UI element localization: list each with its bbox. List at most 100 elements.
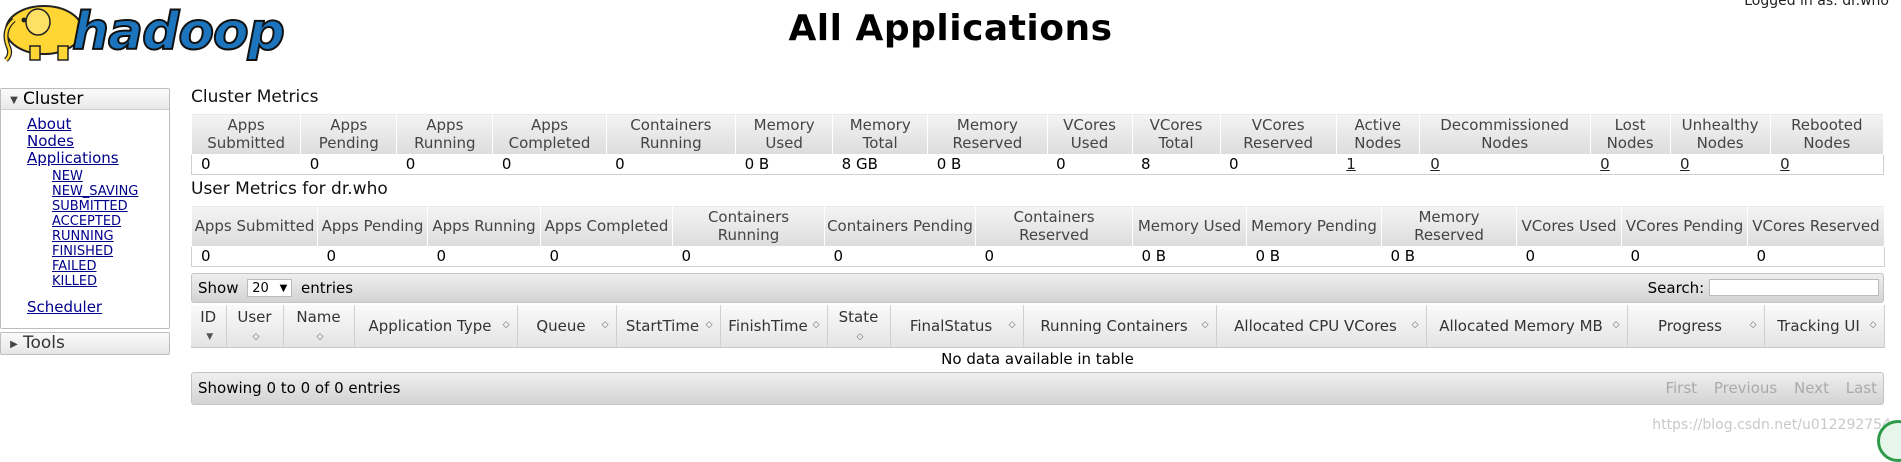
metric-value: 0 B [1246,246,1382,267]
cluster-metrics-table: Apps Submitted Apps Pending Apps Running… [190,113,1885,175]
pagination-last-button[interactable]: Last [1846,379,1877,397]
search-control: Search: [1648,274,1879,302]
metric-value: 0 B [927,154,1048,175]
sidebar-link-nodes[interactable]: Nodes [27,133,138,150]
metric-value: 0 [1621,246,1748,267]
sidebar-tools-header[interactable]: ▶ Tools [1,333,169,353]
column-header-name[interactable]: Name ◇ [283,305,355,348]
lost-nodes-link[interactable]: 0 [1600,155,1610,173]
sidebar-state-running[interactable]: RUNNING [52,229,138,244]
sort-icon: ◇ [1749,320,1757,330]
metric-value: 0 [190,154,301,175]
search-label: Search: [1647,279,1705,297]
sidebar-state-finished[interactable]: FINISHED [52,244,138,259]
page-length-value: 20 [252,281,269,296]
sort-icon: ◇ [502,320,510,330]
column-header-label: Allocated CPU VCores [1234,316,1397,335]
metric-header: Lost Nodes [1589,113,1671,155]
sidebar-link-scheduler[interactable]: Scheduler [27,298,102,316]
metric-value: 0 [427,246,541,267]
sidebar-state-new[interactable]: NEW [52,169,138,184]
metric-value: 0 [1220,154,1337,175]
decommissioned-nodes-cell: 0 [1419,154,1591,175]
metric-header: Containers Running [672,205,825,247]
column-header-state[interactable]: State ◇ [827,305,891,348]
sidebar-tools-section[interactable]: ▶ Tools [0,332,170,355]
column-header-finalstatus[interactable]: FinalStatus ◇ [890,305,1024,348]
column-header-label: Application Type [368,316,492,335]
metric-value: 0 B [1381,246,1517,267]
page-length-select[interactable]: 20 ▼ [247,279,293,297]
metric-header: Apps Completed [492,113,607,155]
metric-value: 0 B [1132,246,1247,267]
metric-value: 8 [1132,154,1220,175]
sort-icon: ◇ [1612,320,1620,330]
applications-table-wrapper: Show 20 ▼ entries Search: ID ▼ User ◇ Name ◇… [191,273,1885,405]
column-header-finishtime[interactable]: FinishTime ◇ [720,305,828,348]
column-header-id[interactable]: ID ▼ [191,305,227,348]
active-nodes-cell: 1 [1336,154,1420,175]
sort-icon: ◇ [705,320,713,330]
metric-value: 0 [317,246,428,267]
sidebar-state-accepted[interactable]: ACCEPTED [52,214,138,229]
sidebar-state-failed[interactable]: FAILED [52,259,138,274]
lost-nodes-cell: 0 [1590,154,1671,175]
column-header-label: User [237,308,272,326]
decommissioned-nodes-link[interactable]: 0 [1430,155,1440,173]
metric-header: VCores Used [1516,205,1622,247]
column-header-queue[interactable]: Queue ◇ [517,305,617,348]
column-header-running-containers[interactable]: Running Containers ◇ [1023,305,1217,348]
metric-header: Decommissioned Nodes [1418,113,1591,155]
sidebar-state-new-saving[interactable]: NEW_SAVING [52,184,138,199]
metric-value: 0 [824,246,976,267]
triangle-right-icon: ▶ [10,339,18,350]
sidebar-state-submitted[interactable]: SUBMITTED [52,199,138,214]
column-header-application-type[interactable]: Application Type ◇ [354,305,518,348]
column-header-starttime[interactable]: StartTime ◇ [616,305,721,348]
column-header-allocated-cpu-vcores[interactable]: Allocated CPU VCores ◇ [1216,305,1427,348]
metric-value: 0 [1516,246,1622,267]
sidebar-link-applications[interactable]: Applications [27,150,138,167]
pagination-next-button[interactable]: Next [1794,379,1829,397]
sidebar-link-about[interactable]: About [27,116,138,133]
column-header-progress[interactable]: Progress ◇ [1627,305,1765,348]
column-header-user[interactable]: User ◇ [226,305,284,348]
metric-header: Active Nodes [1335,113,1420,155]
sort-icon: ◇ [1008,320,1016,330]
sort-icon: ◇ [1411,320,1419,330]
logged-in-user: Logged in as: dr.who [1744,0,1889,9]
empty-table-message: No data available in table [941,350,1134,368]
column-header-label: Progress [1657,316,1722,335]
pagination-previous-button[interactable]: Previous [1714,379,1777,397]
entries-label: entries [301,279,354,297]
unhealthy-nodes-cell: 0 [1670,154,1771,175]
column-header-allocated-memory-mb[interactable]: Allocated Memory MB ◇ [1426,305,1628,348]
sidebar-links: About Nodes Applications NEW NEW_SAVING … [27,116,138,290]
metric-header: Apps Pending [317,205,428,247]
sidebar-cluster-label: Cluster [23,89,84,109]
pagination-first-button[interactable]: First [1665,379,1697,397]
column-header-tracking-ui[interactable]: Tracking UI ◇ [1764,305,1885,348]
column-header-label: ID [200,308,217,326]
metric-value: 0 [540,246,673,267]
sidebar-cluster-header[interactable]: ▼ Cluster [1,89,169,110]
metric-value: 0 [1747,246,1885,267]
metric-value: 8 GB [832,154,928,175]
metric-value: 0 [300,154,397,175]
sort-icon: ◇ [812,320,820,330]
table-top-toolbar: Show 20 ▼ entries Search: [191,273,1884,303]
metric-header: VCores Pending [1621,205,1748,247]
metric-header: Memory Used [735,113,834,155]
sidebar-state-killed[interactable]: KILLED [52,274,138,289]
rebooted-nodes-cell: 0 [1770,154,1885,175]
metric-header: Memory Used [1132,205,1247,247]
metric-header: Memory Reserved [1381,205,1517,247]
metric-header: Unhealthy Nodes [1669,113,1771,155]
search-input[interactable] [1709,279,1879,296]
sort-icon: ◇ [856,332,864,342]
unhealthy-nodes-link[interactable]: 0 [1680,155,1690,173]
rebooted-nodes-link[interactable]: 0 [1780,155,1790,173]
active-nodes-link[interactable]: 1 [1346,155,1356,173]
metric-header: Memory Reserved [927,113,1048,155]
user-metrics-title: User Metrics for dr.who [191,179,388,199]
